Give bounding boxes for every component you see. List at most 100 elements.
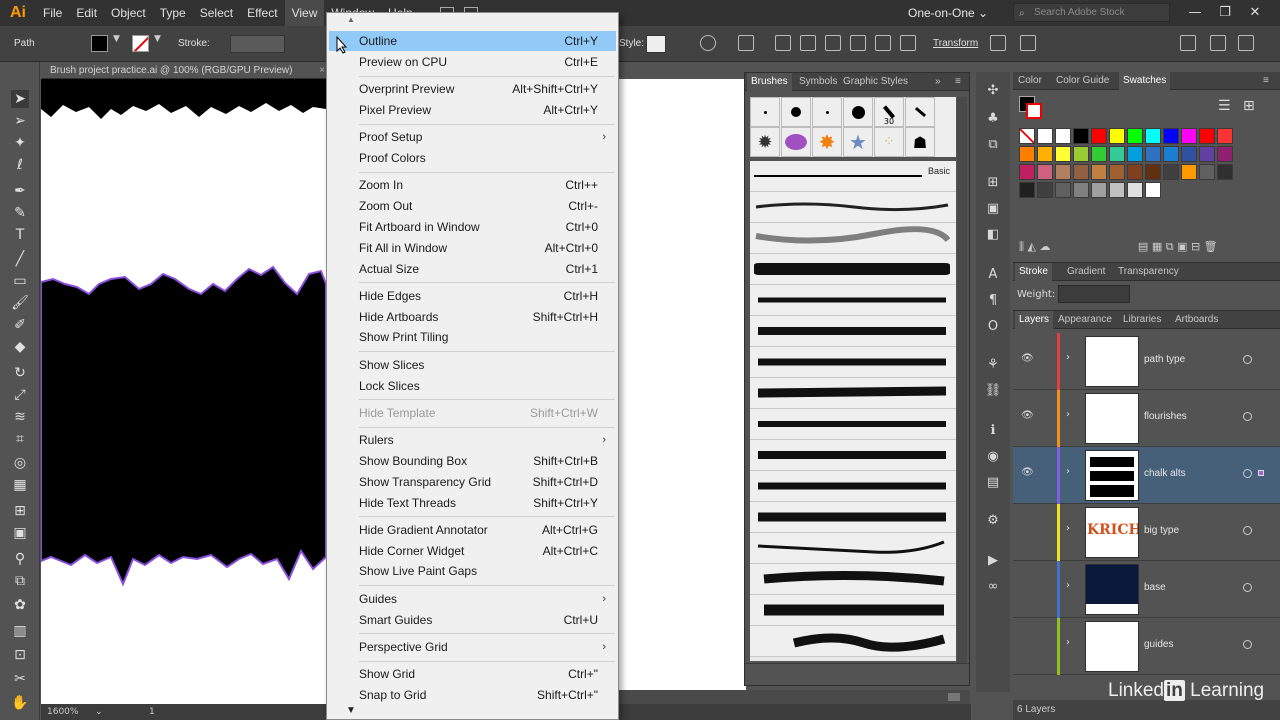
horizontal-scrollbar[interactable] [618, 690, 970, 704]
perspective-grid-tool-icon[interactable]: ▦ [11, 476, 29, 494]
layer-row-flourishes[interactable]: 👁 › flourishes [1013, 390, 1280, 447]
minimize-button[interactable]: — [1180, 0, 1210, 26]
menu-item-show-live-paint-gaps[interactable]: Show Live Paint Gaps [329, 561, 616, 581]
menu-item-hide-gradient-annotator[interactable]: Hide Gradient Annotator Alt+Ctrl+G [329, 520, 616, 540]
swatch[interactable] [1163, 164, 1179, 180]
target-circle-icon[interactable] [1243, 469, 1252, 478]
swatch-registration[interactable] [1037, 128, 1053, 144]
shape-builder-tool-icon[interactable]: ◎ [11, 454, 29, 472]
symbol-sprayer-tool-icon[interactable]: ✿ [11, 596, 29, 614]
tab-libraries[interactable]: Libraries [1123, 311, 1161, 329]
menu-item-outline[interactable]: Outline Ctrl+Y [329, 31, 616, 51]
visibility-eye-icon[interactable]: 👁 [1021, 353, 1034, 364]
chevron-down-icon[interactable]: ▼ [154, 34, 161, 44]
swatch[interactable] [1109, 128, 1125, 144]
menu-item-show-print-tiling[interactable]: Show Print Tiling [329, 327, 616, 347]
menu-item-proof-colors[interactable]: Proof Colors [329, 148, 616, 168]
swatch[interactable] [1199, 146, 1215, 162]
swatch[interactable] [1217, 146, 1233, 162]
puppet-warp-icon[interactable]: ✣ [984, 82, 1002, 100]
menu-file[interactable]: File [36, 0, 69, 26]
list-view-icon[interactable]: ☰ [1218, 98, 1231, 114]
tab-color-guide[interactable]: Color Guide [1056, 72, 1109, 90]
tab-stroke[interactable]: Stroke [1015, 263, 1052, 281]
menu-item-hide-corner-widget[interactable]: Hide Corner Widget Alt+Ctrl+C [329, 541, 616, 561]
mesh-tool-icon[interactable]: ⊞ [11, 502, 29, 520]
menu-effect[interactable]: Effect [240, 0, 284, 26]
align-middle-icon[interactable] [875, 35, 891, 51]
transform-link[interactable]: Transform [933, 26, 978, 62]
image-trace-icon[interactable]: ⚘ [984, 356, 1002, 374]
isolate-icon[interactable] [990, 35, 1006, 51]
expand-chevron-icon[interactable]: › [1066, 637, 1070, 648]
brush-basic[interactable]: Basic [750, 161, 956, 192]
artboard-tool-icon[interactable]: ⊡ [11, 646, 29, 664]
brush-calligraphic-30[interactable]: 30 [874, 97, 904, 127]
swatch[interactable] [1037, 182, 1053, 198]
align-left-icon[interactable] [775, 35, 791, 51]
swatch[interactable] [1163, 128, 1179, 144]
magic-wand-tool-icon[interactable]: ✦ [11, 134, 29, 152]
menu-item-hide-text-threads[interactable]: Hide Text Threads Shift+Ctrl+Y [329, 493, 616, 513]
pathfinder-icon[interactable]: ◧ [984, 226, 1002, 244]
menu-view[interactable]: View [284, 0, 325, 26]
free-transform-tool-icon[interactable]: ⌗ [11, 430, 29, 448]
brush-chalk-6[interactable] [750, 347, 956, 378]
brush-dot-medium[interactable] [781, 97, 811, 127]
arrange-icon[interactable] [1020, 35, 1036, 51]
navigator-icon[interactable]: ◉ [984, 448, 1002, 466]
swatch[interactable] [1037, 164, 1053, 180]
recolor-icon[interactable] [700, 35, 716, 51]
selection-indicator[interactable] [1258, 470, 1264, 476]
menu-item-snap-to-grid[interactable]: Snap to Grid Shift+Ctrl+" [329, 685, 616, 705]
swatch[interactable] [1055, 146, 1071, 162]
align-panel-icon[interactable]: ⊞ [984, 174, 1002, 192]
restore-button[interactable]: ❐ [1210, 0, 1240, 26]
swatch[interactable] [1181, 146, 1197, 162]
direct-selection-tool-icon[interactable]: ➢ [11, 112, 29, 130]
swatch[interactable] [1091, 164, 1107, 180]
tab-graphic-styles[interactable]: Graphic Styles [843, 73, 908, 91]
menu-item-actual-size[interactable]: Actual Size Ctrl+1 [329, 259, 616, 279]
swatch[interactable] [1073, 128, 1089, 144]
actions-icon[interactable]: ▶ [984, 552, 1002, 570]
curvature-tool-icon[interactable]: ✎ [11, 204, 29, 222]
swatch[interactable] [1073, 182, 1089, 198]
stock-search-input[interactable]: ⌕ Search Adobe Stock [1013, 3, 1170, 22]
menu-item-fit-all-in-window[interactable]: Fit All in Window Alt+Ctrl+0 [329, 238, 616, 258]
swatch[interactable] [1217, 164, 1233, 180]
brush-scatter-gear[interactable]: ✹ [750, 127, 780, 157]
swatch[interactable] [1145, 146, 1161, 162]
line-tool-icon[interactable]: ╱ [11, 250, 29, 268]
fill-swatch[interactable] [91, 35, 108, 52]
brush-dot-small[interactable] [750, 97, 780, 127]
swatch-none[interactable] [1019, 128, 1035, 144]
swatch[interactable] [1055, 164, 1071, 180]
gradient-tool-icon[interactable]: ▣ [11, 524, 29, 542]
expand-chevron-icon[interactable]: › [1066, 580, 1070, 591]
menu-item-pixel-preview[interactable]: Pixel Preview Alt+Ctrl+Y [329, 100, 616, 120]
swatch[interactable] [1181, 128, 1197, 144]
swatch[interactable] [1199, 164, 1215, 180]
selection-tool-icon[interactable]: ➤ [11, 90, 29, 108]
eyedropper-tool-icon[interactable]: ⚲ [11, 550, 29, 568]
properties-icon[interactable]: ⚙ [984, 512, 1002, 530]
style-swatch[interactable] [646, 35, 666, 53]
swatch[interactable] [1091, 128, 1107, 144]
symbols-icon[interactable]: ♣ [984, 110, 1002, 128]
swatch[interactable] [1145, 128, 1161, 144]
swatch[interactable] [1019, 182, 1035, 198]
swatch[interactable] [1055, 128, 1071, 144]
visibility-eye-icon[interactable]: 👁 [1021, 410, 1034, 421]
swatch[interactable] [1199, 128, 1215, 144]
brush-chalk-13[interactable] [750, 564, 956, 595]
swatch[interactable] [1091, 182, 1107, 198]
chevron-down-icon[interactable]: ▼ [113, 34, 120, 44]
swatch[interactable] [1145, 164, 1161, 180]
stroke-weight-input[interactable] [1058, 285, 1130, 303]
brush-dot-tiny[interactable] [812, 97, 842, 127]
collapse-icon[interactable]: » [935, 73, 941, 91]
slice-tool-icon[interactable]: ✂ [11, 670, 29, 688]
close-button[interactable]: ✕ [1240, 0, 1270, 26]
align-center-icon[interactable] [800, 35, 816, 51]
